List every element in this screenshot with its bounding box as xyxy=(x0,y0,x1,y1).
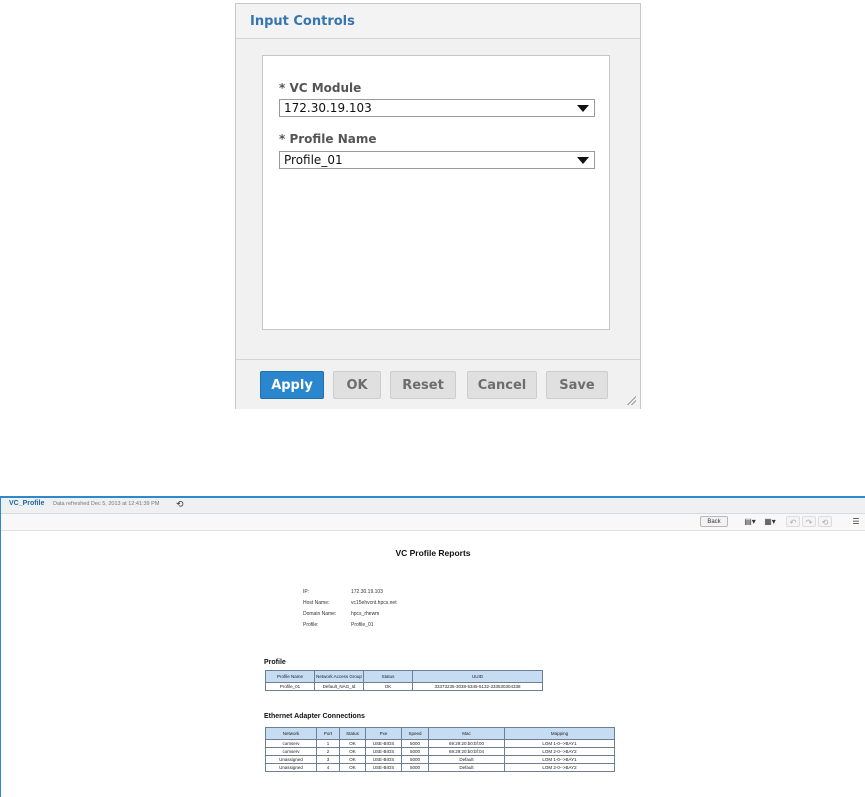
table-cell: LOM 1-0-->BAY1 xyxy=(504,739,615,748)
vc-module-value: 172.30.19.103 xyxy=(284,101,372,115)
report-toolbar: Back ▤▾ ▦▾ ↶ ↷ ⟲ ☰ xyxy=(1,514,865,531)
profile-table: Profile Name Network Access Group Status… xyxy=(265,670,543,691)
table-cell: 1 xyxy=(316,739,340,748)
table-cell: Unassigned xyxy=(265,755,317,764)
ip-label: IP: xyxy=(303,589,310,595)
options-icon[interactable]: ☰ xyxy=(849,516,863,527)
table-cell: LOM 2-0-->BAY2 xyxy=(504,763,615,772)
column-header: Network xyxy=(265,727,317,740)
input-controls-dialog: Input Controls * VC Module 172.30.19.103… xyxy=(235,3,641,409)
refresh-icon[interactable]: ⟲ xyxy=(176,499,184,509)
table-header-row: Profile Name Network Access Group Status… xyxy=(265,670,543,683)
profile-section-title: Profile xyxy=(264,659,286,666)
host-name-label: Host Name: xyxy=(303,600,330,606)
dropdown-arrow-icon[interactable] xyxy=(577,157,589,164)
profile-name-select[interactable]: Profile_01 xyxy=(279,151,595,169)
table-cell: Default xyxy=(428,755,505,764)
table-row: Unassigned 3 OK USE-BIOS 5000 Default LO… xyxy=(265,755,615,764)
profile-name-value: Profile_01 xyxy=(284,153,343,167)
save-button[interactable]: Save xyxy=(546,371,608,399)
dialog-footer: Apply OK Reset Cancel Save xyxy=(236,359,640,409)
profile-name-label: * Profile Name xyxy=(279,132,377,146)
table-cell: Profile_01 xyxy=(265,682,315,691)
table-cell: OK xyxy=(339,739,366,748)
save-menu-icon[interactable]: ▤▾ xyxy=(743,516,757,527)
dialog-header: Input Controls xyxy=(236,4,640,39)
table-cell: Default xyxy=(428,763,505,772)
vc-module-select[interactable]: 172.30.19.103 xyxy=(279,99,595,117)
table-cell: 3 xyxy=(316,755,340,764)
column-header: Speed xyxy=(401,727,429,740)
export-menu-icon[interactable]: ▦▾ xyxy=(763,516,777,527)
ethernet-table: Network Port Status Pxe Speed Mac Mappin… xyxy=(265,727,615,772)
undo-all-icon[interactable]: ⟲ xyxy=(818,516,832,527)
ip-value: 172.30.19.103 xyxy=(351,589,383,595)
table-cell: OK xyxy=(363,682,413,691)
back-button[interactable]: Back xyxy=(700,516,728,527)
column-header: Network Access Group xyxy=(314,670,364,683)
table-cell: comserv xyxy=(265,739,317,748)
table-cell: Unassigned xyxy=(265,763,317,772)
table-cell: 69:29:20:b0:bf:00 xyxy=(428,739,505,748)
resize-handle-icon[interactable] xyxy=(626,395,636,405)
domain-name-label: Domain Name: xyxy=(303,611,337,617)
table-row: comserv 2 OK USE-BIOS 5000 69:29:20:b0:b… xyxy=(265,747,615,756)
column-header: Profile Name xyxy=(265,670,315,683)
table-cell: 5000 xyxy=(401,739,429,748)
table-row: Profile_01 Default_NAG_Id OK 33373235-30… xyxy=(265,682,543,691)
column-header: Status xyxy=(339,727,366,740)
table-cell: LOM 1-0-->BAY1 xyxy=(504,755,615,764)
ethernet-section-title: Ethernet Adapter Connections xyxy=(264,713,365,720)
table-cell: Default_NAG_Id xyxy=(314,682,364,691)
vc-module-label: * VC Module xyxy=(279,81,362,95)
table-row: comserv 1 OK USE-BIOS 5000 69:29:20:b0:b… xyxy=(265,739,615,748)
redo-icon[interactable]: ↷ xyxy=(802,516,816,527)
table-cell: 69:29:20:b0:bf:04 xyxy=(428,747,505,756)
table-cell: 33373235-3038-5345-5132-333530304338 xyxy=(412,682,543,691)
viewer-title-bar: VC_Profile Data refreshed Dec 5, 2013 at… xyxy=(1,498,865,514)
undo-icon[interactable]: ↶ xyxy=(786,516,800,527)
column-header: UUID xyxy=(412,670,543,683)
table-cell: 5000 xyxy=(401,747,429,756)
column-header: Port xyxy=(316,727,340,740)
dialog-title: Input Controls xyxy=(250,14,355,29)
refresh-status: Data refreshed Dec 5, 2013 at 12:41:39 P… xyxy=(53,501,160,507)
table-row: Unassigned 4 OK USE-BIOS 5000 Default LO… xyxy=(265,763,615,772)
table-cell: OK xyxy=(339,763,366,772)
dialog-body: * VC Module 172.30.19.103 * Profile Name… xyxy=(262,55,610,330)
table-cell: USE-BIOS xyxy=(365,763,402,772)
table-cell: USE-BIOS xyxy=(365,747,402,756)
dropdown-arrow-icon[interactable] xyxy=(577,105,589,112)
domain-name-value: hpcs_rhewm xyxy=(351,611,380,617)
column-header: Mapping xyxy=(504,727,615,740)
profile-label: Profile: xyxy=(303,622,319,628)
report-title: VC Profile Reports xyxy=(395,548,471,558)
report-viewer: VC_Profile Data refreshed Dec 5, 2013 at… xyxy=(0,496,865,797)
table-cell: USE-BIOS xyxy=(365,755,402,764)
apply-button[interactable]: Apply xyxy=(260,371,324,399)
table-cell: 2 xyxy=(316,747,340,756)
table-cell: OK xyxy=(339,747,366,756)
profile-value: Profile_01 xyxy=(351,622,374,628)
ok-button[interactable]: OK xyxy=(333,371,381,399)
table-cell: 5000 xyxy=(401,763,429,772)
table-header-row: Network Port Status Pxe Speed Mac Mappin… xyxy=(265,727,615,740)
column-header: Status xyxy=(363,670,413,683)
column-header: Pxe xyxy=(365,727,402,740)
table-cell: comserv xyxy=(265,747,317,756)
table-cell: OK xyxy=(339,755,366,764)
table-cell: USE-BIOS xyxy=(365,739,402,748)
report-name-link[interactable]: VC_Profile xyxy=(9,500,44,507)
column-header: Mac xyxy=(428,727,505,740)
cancel-button[interactable]: Cancel xyxy=(467,371,537,399)
table-cell: 5000 xyxy=(401,755,429,764)
table-cell: 4 xyxy=(316,763,340,772)
table-cell: LOM 2-0-->BAY2 xyxy=(504,747,615,756)
host-name-value: vc15ehvcnt.hpcs.net xyxy=(351,600,397,606)
reset-button[interactable]: Reset xyxy=(390,371,456,399)
